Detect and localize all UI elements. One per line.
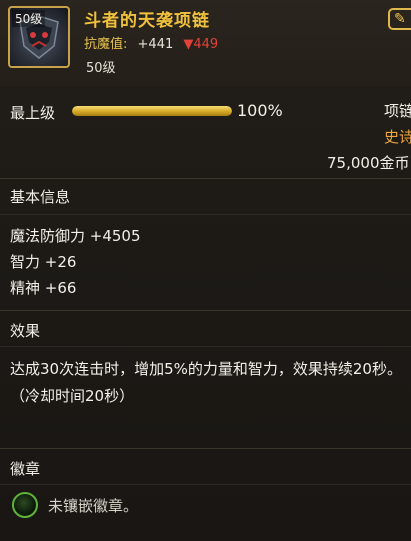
item-rarity: 史诗 — [384, 128, 411, 146]
divider — [0, 346, 411, 347]
required-level: 50级 — [86, 61, 116, 76]
item-type: 项链 — [384, 102, 411, 120]
resist-label: 抗魔值: — [84, 37, 128, 52]
divider — [0, 178, 411, 179]
basic-line: 精神 +66 — [10, 279, 77, 297]
effect-text: 达成30次连击时，增加5%的力量和智力，效果持续20秒。（冷却时间20秒） — [10, 360, 402, 405]
item-price: 75,000金币 — [327, 154, 410, 172]
emblem-text: 未镶嵌徽章。 — [48, 497, 139, 515]
basic-line: 智力 +26 — [10, 253, 77, 271]
resist-plus: +441 — [137, 37, 174, 52]
item-header: 50级 斗者的天袭项链 抗魔值: +441 ▼449 50级 ✎ — [0, 0, 411, 86]
effect-title: 效果 — [10, 322, 41, 340]
basic-line: 魔法防御力 +4505 — [10, 227, 141, 245]
upgrade-bar-fill — [72, 106, 232, 116]
wrench-button[interactable]: ✎ — [388, 8, 411, 30]
divider — [0, 214, 411, 215]
emblem-slot-icon[interactable] — [12, 492, 38, 518]
divider — [0, 448, 411, 449]
wrench-icon: ✎ — [394, 11, 406, 27]
divider — [0, 310, 411, 311]
item-name: 斗者的天袭项链 — [84, 11, 210, 31]
resist-down: ▼449 — [183, 37, 219, 52]
resist-stat: 抗魔值: +441 ▼449 — [84, 33, 218, 52]
emblem-title: 徽章 — [10, 460, 41, 478]
upgrade-label: 最上级 — [10, 104, 56, 122]
divider — [0, 484, 411, 485]
upgrade-percent: 100% — [237, 101, 283, 120]
item-tooltip: 50级 斗者的天袭项链 抗魔值: +441 ▼449 50级 ✎ 最上级 100… — [0, 0, 411, 541]
level-badge: 50级 — [12, 10, 46, 27]
basic-info-title: 基本信息 — [10, 188, 71, 206]
item-icon[interactable]: 50级 — [8, 6, 70, 68]
upgrade-bar — [72, 106, 232, 116]
